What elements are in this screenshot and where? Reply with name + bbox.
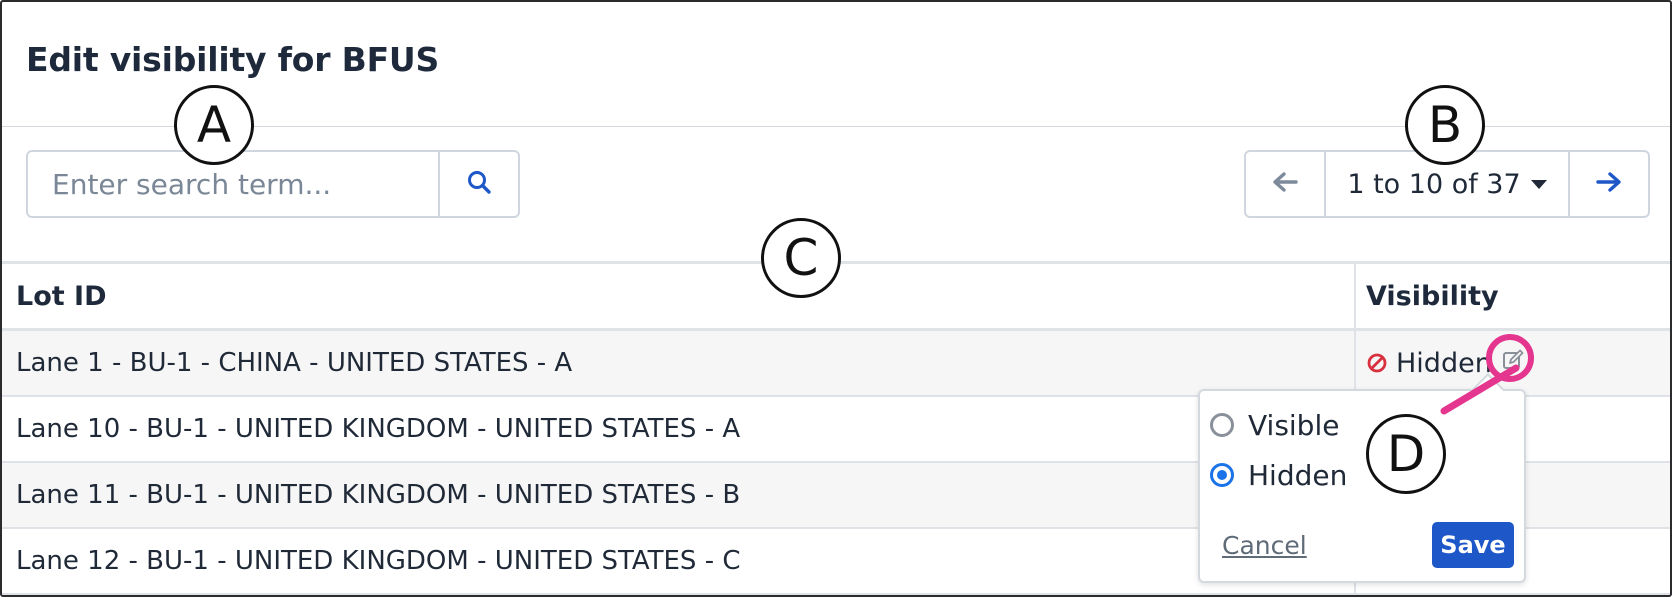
- save-button[interactable]: Save: [1432, 522, 1514, 568]
- visible-option-label: Visible: [1248, 408, 1340, 442]
- visibility-status: Hidden: [1396, 347, 1492, 379]
- lot-id-cell: Lane 11 - BU-1 - UNITED KINGDOM - UNITED…: [16, 480, 741, 510]
- lot-id-cell: Lane 10 - BU-1 - UNITED KINGDOM - UNITED…: [16, 414, 741, 444]
- edit-icon: [1501, 348, 1525, 379]
- visible-option[interactable]: Visible: [1210, 405, 1339, 445]
- cancel-link[interactable]: Cancel: [1222, 531, 1307, 560]
- next-page-button[interactable]: [1568, 152, 1648, 216]
- search-icon: [466, 169, 492, 199]
- arrow-left-icon: [1271, 170, 1299, 198]
- hidden-option[interactable]: Hidden: [1210, 455, 1347, 495]
- ban-icon: [1366, 352, 1388, 374]
- search-input[interactable]: [28, 152, 438, 216]
- table-row: Lane 1 - BU-1 - CHINA - UNITED STATES - …: [2, 331, 1670, 397]
- search-box: [26, 150, 520, 218]
- callout-b: B: [1405, 85, 1485, 165]
- visible-radio[interactable]: [1210, 413, 1234, 437]
- arrow-right-icon: [1595, 170, 1623, 198]
- edit-visibility-button[interactable]: [1500, 348, 1526, 379]
- visibility-cell: Hidden: [1366, 331, 1526, 395]
- callout-c: C: [761, 218, 841, 298]
- page-range-label: 1 to 10 of 37: [1347, 168, 1521, 200]
- edit-visibility-panel: Edit visibility for BFUS 1 to 10 of 37: [0, 0, 1672, 597]
- visibility-popover: Visible Hidden Cancel Save: [1198, 389, 1526, 583]
- callout-d: D: [1366, 414, 1446, 494]
- hidden-radio[interactable]: [1210, 463, 1234, 487]
- search-button[interactable]: [438, 152, 518, 216]
- lot-id-cell: Lane 12 - BU-1 - UNITED KINGDOM - UNITED…: [16, 546, 741, 576]
- callout-a: A: [174, 85, 254, 165]
- previous-page-button[interactable]: [1246, 152, 1326, 216]
- column-divider: [1354, 264, 1356, 328]
- hidden-option-label: Hidden: [1248, 458, 1348, 492]
- lot-id-cell: Lane 1 - BU-1 - CHINA - UNITED STATES - …: [16, 348, 573, 378]
- column-header-visibility[interactable]: Visibility: [1366, 264, 1499, 328]
- caret-down-icon: [1530, 179, 1547, 189]
- page-title: Edit visibility for BFUS: [26, 40, 440, 79]
- column-header-lot-id[interactable]: Lot ID: [16, 264, 107, 328]
- column-divider: [1354, 331, 1356, 395]
